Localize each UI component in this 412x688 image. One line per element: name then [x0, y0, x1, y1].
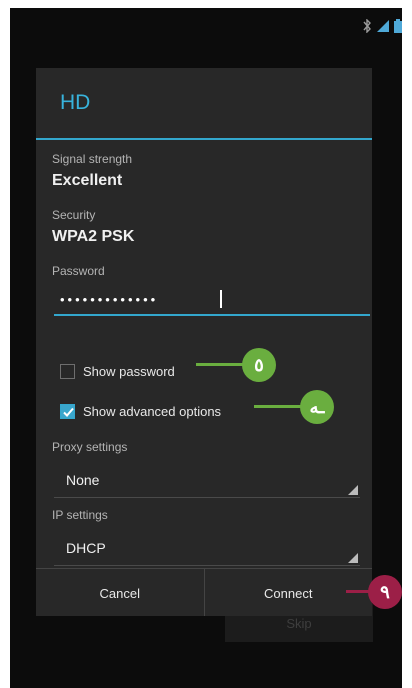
proxy-settings-value: None	[66, 472, 100, 488]
callout-advanced-options: ـه	[254, 390, 336, 424]
ip-settings-dropdown[interactable]: DHCP	[54, 534, 360, 566]
advanced-options-label: Show advanced options	[83, 404, 222, 419]
signal-strength-value: Excellent	[52, 172, 123, 189]
status-bar	[362, 16, 402, 36]
password-label: Password	[52, 264, 105, 278]
callout-badge: ـه	[300, 390, 334, 424]
phone-screen: Skip HD Signal strength Excellent Securi…	[10, 8, 402, 688]
callout-badge: ٥	[242, 348, 276, 382]
advanced-options-checkbox[interactable]	[60, 404, 75, 419]
show-password-label: Show password	[83, 364, 175, 379]
show-password-checkbox[interactable]	[60, 364, 75, 379]
security-label: Security	[52, 208, 96, 222]
ip-settings-label: IP settings	[52, 508, 108, 522]
password-input[interactable]: •••••••••••••	[54, 286, 370, 316]
callout-pointer	[254, 405, 304, 408]
security-value: WPA2 PSK	[52, 228, 135, 245]
cancel-button[interactable]: Cancel	[36, 569, 204, 616]
signal-strength-label: Signal strength	[52, 152, 133, 166]
dialog-button-bar: Cancel Connect	[36, 568, 372, 616]
callout-badge: ٩	[368, 575, 402, 609]
password-value: •••••••••••••	[60, 292, 159, 307]
callout-show-password: ٥	[196, 348, 276, 382]
proxy-settings-label: Proxy settings	[52, 440, 128, 454]
signal-icon	[376, 19, 390, 33]
callout-connect: ٩	[346, 575, 402, 609]
callout-pointer	[196, 363, 248, 366]
dropdown-corner-icon	[348, 553, 358, 563]
text-cursor	[220, 290, 222, 308]
battery-icon	[394, 19, 402, 33]
proxy-settings-dropdown[interactable]: None	[54, 466, 360, 498]
dropdown-corner-icon	[348, 485, 358, 495]
checkmark-icon	[63, 407, 74, 417]
show-password-row[interactable]: Show password	[60, 364, 175, 379]
advanced-options-row[interactable]: Show advanced options	[60, 404, 221, 419]
bluetooth-icon	[362, 19, 372, 33]
ip-settings-value: DHCP	[66, 540, 106, 556]
wifi-connect-dialog: HD Signal strength Excellent Security WP…	[36, 68, 372, 616]
dialog-title: HD	[36, 68, 372, 140]
